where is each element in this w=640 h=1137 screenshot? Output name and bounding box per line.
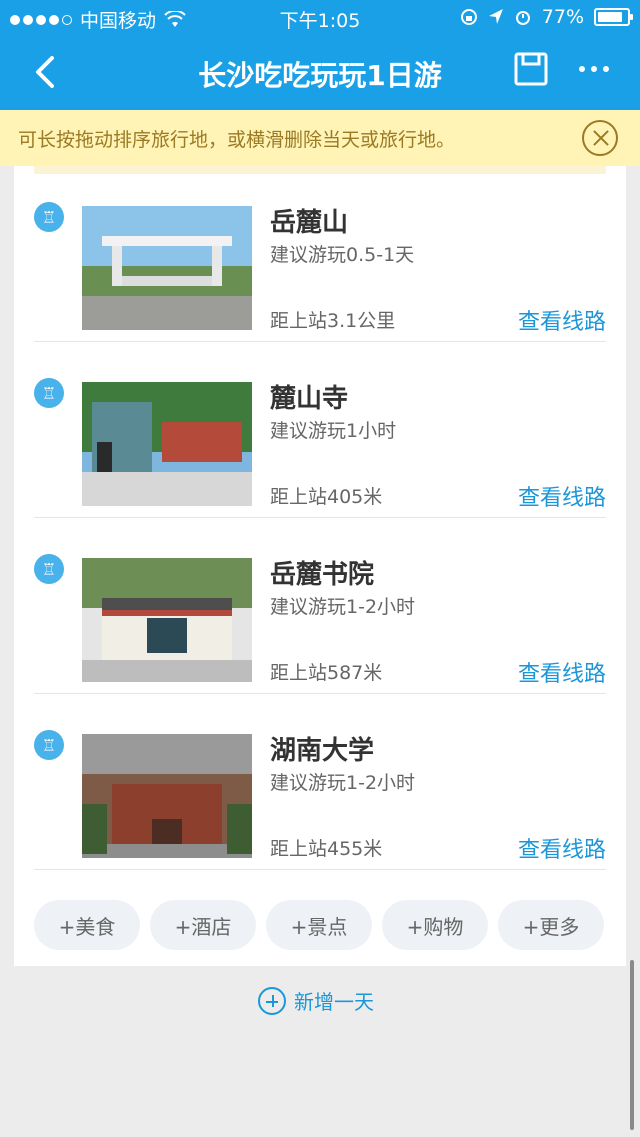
attraction-icon: ♖	[34, 730, 64, 760]
view-route-link[interactable]: 查看线路	[518, 480, 606, 512]
divider	[34, 869, 606, 870]
item-title: 岳麓书院	[270, 560, 375, 590]
tip-text: 可长按拖动排序旅行地，或横滑删除当天或旅行地。	[18, 129, 456, 151]
item-suggest: 建议游玩1-2小时	[270, 596, 416, 618]
attraction-icon: ♖	[34, 378, 64, 408]
add-attraction-button[interactable]: +景点	[266, 900, 372, 950]
more-icon[interactable]	[574, 52, 614, 86]
tip-bar: 可长按拖动排序旅行地，或横滑删除当天或旅行地。	[0, 110, 640, 166]
battery-percent: 77%	[541, 6, 584, 28]
save-icon[interactable]	[514, 52, 548, 86]
list-item[interactable]: ♖ 湖南大学 建议游玩1-2小时 距上站455米 查看线路	[34, 694, 606, 870]
attraction-image	[82, 206, 252, 330]
item-distance: 距上站587米	[270, 662, 383, 684]
add-more-button[interactable]: +更多	[498, 900, 604, 950]
location-icon	[488, 9, 503, 24]
attraction-icon: ♖	[34, 202, 64, 232]
list-item[interactable]: ♖ 岳麓山 建议游玩0.5-1天 距上站3.1公里 查看线路	[34, 166, 606, 342]
add-day-button[interactable]: 新增一天	[258, 986, 374, 1015]
add-food-button[interactable]: +美食	[34, 900, 140, 950]
add-hotel-button[interactable]: +酒店	[150, 900, 256, 950]
item-title: 麓山寺	[270, 384, 349, 414]
item-suggest: 建议游玩0.5-1天	[270, 244, 415, 266]
orientation-lock-icon	[460, 9, 477, 25]
alarm-icon	[515, 11, 530, 25]
attraction-icon: ♖	[34, 554, 64, 584]
item-distance: 距上站455米	[270, 838, 383, 860]
battery-icon	[594, 8, 633, 26]
add-buttons-row: +美食 +酒店 +景点 +购物 +更多	[34, 900, 606, 950]
top-bar: 中国移动 下午1:05 77% 长沙吃吃玩玩1日游	[0, 0, 640, 110]
item-title: 湖南大学	[270, 736, 375, 766]
nav-bar: 长沙吃吃玩玩1日游	[0, 36, 640, 110]
scrollbar[interactable]	[630, 960, 634, 1130]
view-route-link[interactable]: 查看线路	[518, 832, 606, 864]
itinerary-card: ♖ 岳麓山 建议游玩0.5-1天 距上站3.1公里 查看线路 ♖ 麓山寺 建议游…	[14, 166, 626, 966]
add-shopping-button[interactable]: +购物	[382, 900, 488, 950]
item-distance: 距上站405米	[270, 486, 383, 508]
attraction-image	[82, 734, 252, 858]
attraction-image	[82, 558, 252, 682]
view-route-link[interactable]: 查看线路	[518, 304, 606, 336]
status-bar: 中国移动 下午1:05 77%	[0, 0, 640, 36]
item-suggest: 建议游玩1小时	[270, 420, 397, 442]
attraction-image	[82, 382, 252, 506]
item-title: 岳麓山	[270, 208, 349, 238]
status-right: 77%	[460, 6, 633, 28]
item-suggest: 建议游玩1-2小时	[270, 772, 416, 794]
list-item[interactable]: ♖ 麓山寺 建议游玩1小时 距上站405米 查看线路	[34, 342, 606, 518]
close-icon[interactable]	[582, 120, 618, 156]
item-distance: 距上站3.1公里	[270, 310, 396, 332]
tip-shadow	[34, 166, 606, 174]
view-route-link[interactable]: 查看线路	[518, 656, 606, 688]
plus-circle-icon	[258, 986, 286, 1015]
list-item[interactable]: ♖ 岳麓书院 建议游玩1-2小时 距上站587米 查看线路	[34, 518, 606, 694]
add-day-label: 新增一天	[294, 990, 374, 1014]
